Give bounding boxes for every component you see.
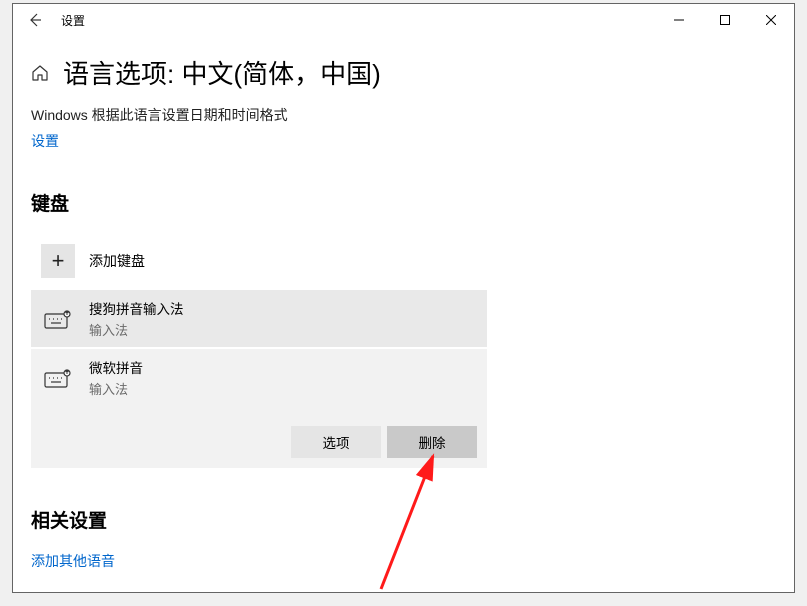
settings-window: 设置 语言选项: 中文(简体，中国) (12, 3, 795, 593)
keyboard-list: + 添加键盘 搜狗拼音输入法 (31, 234, 487, 468)
delete-button[interactable]: 删除 (387, 426, 477, 458)
ime-subtext: 输入法 (89, 320, 184, 339)
titlebar: 设置 (13, 4, 794, 36)
ime-item-microsoft-selected: 微软拼音 输入法 选项 删除 (31, 349, 487, 468)
plus-icon: + (41, 244, 75, 278)
ime-name: 搜狗拼音输入法 (89, 298, 184, 318)
maximize-button[interactable] (702, 4, 748, 36)
ime-item-sogou[interactable]: 搜狗拼音输入法 输入法 (31, 290, 487, 347)
add-other-voice-link[interactable]: 添加其他语音 (31, 551, 115, 571)
content-area: 语言选项: 中文(简体，中国) Windows 根据此语言设置日期和时间格式 设… (13, 36, 794, 571)
ime-item-microsoft[interactable]: 微软拼音 输入法 (31, 349, 487, 406)
add-keyboard-button[interactable]: + 添加键盘 (31, 234, 487, 288)
arrow-left-icon (27, 12, 43, 28)
related-heading: 相关设置 (31, 506, 770, 533)
minimize-button[interactable] (656, 4, 702, 36)
minimize-icon (674, 15, 684, 25)
settings-link[interactable]: 设置 (31, 131, 59, 151)
options-button[interactable]: 选项 (291, 426, 381, 458)
window-controls (656, 4, 794, 36)
ime-text: 搜狗拼音输入法 输入法 (89, 298, 184, 339)
keyboard-icon (41, 309, 75, 329)
maximize-icon (720, 15, 730, 25)
format-info-text: Windows 根据此语言设置日期和时间格式 (31, 105, 770, 125)
close-icon (766, 15, 776, 25)
keyboard-icon (41, 368, 75, 388)
page-header: 语言选项: 中文(简体，中国) (31, 54, 770, 91)
ime-text: 微软拼音 输入法 (89, 357, 143, 398)
home-icon[interactable] (31, 64, 49, 82)
ime-subtext: 输入法 (89, 379, 143, 398)
window-title: 设置 (57, 12, 656, 29)
page-title: 语言选项: 中文(简体，中国) (63, 54, 381, 91)
back-button[interactable] (13, 4, 57, 36)
keyboard-heading: 键盘 (31, 189, 770, 216)
ime-actions: 选项 删除 (31, 426, 487, 468)
add-keyboard-label: 添加键盘 (89, 251, 145, 271)
close-button[interactable] (748, 4, 794, 36)
ime-name: 微软拼音 (89, 357, 143, 377)
